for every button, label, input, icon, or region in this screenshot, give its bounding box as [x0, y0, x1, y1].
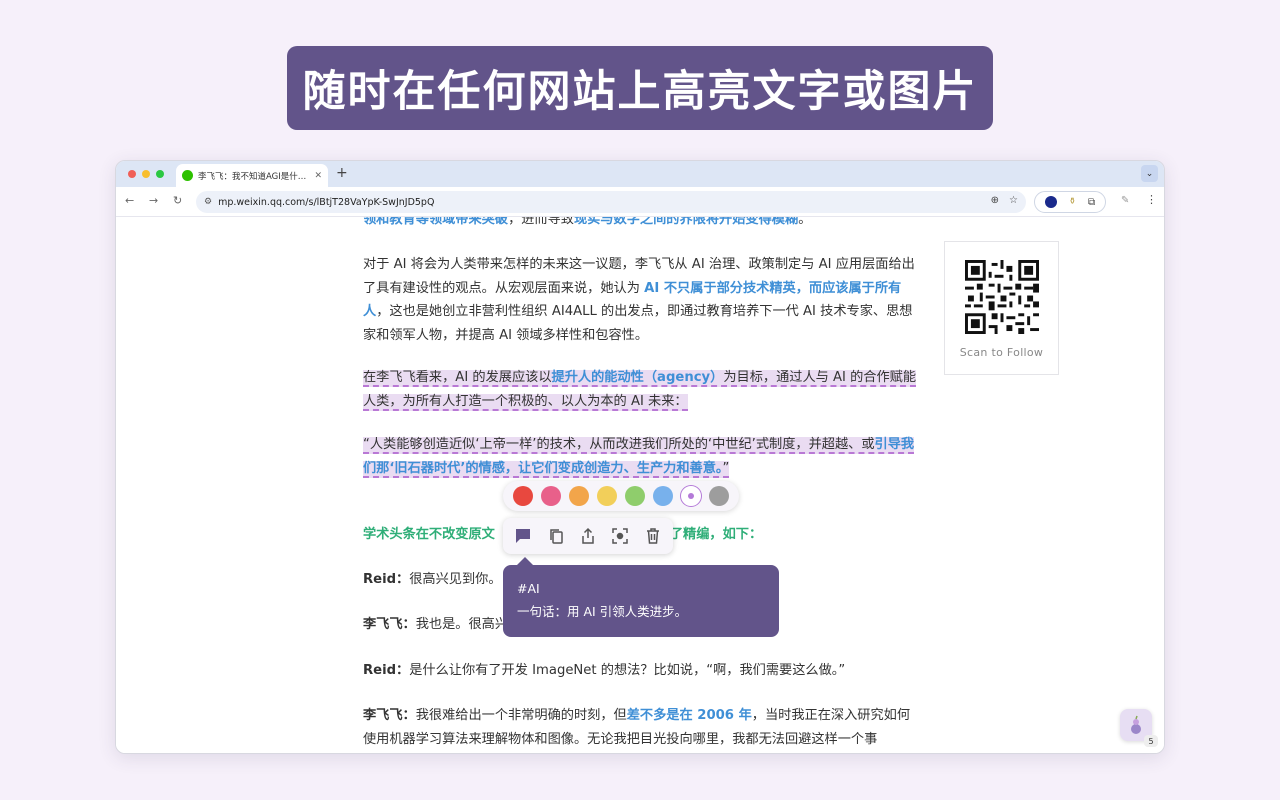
qr-code-image [965, 260, 1039, 334]
address-bar[interactable]: ⚙ mp.weixin.qq.com/s/lBtjT28VaYpK-SwJnJD… [196, 191, 1026, 213]
tab-title: 李飞飞：我不知道AGI是什么， [198, 171, 310, 182]
highlighter-float-button[interactable]: 5 [1120, 709, 1158, 747]
comment-icon[interactable] [511, 524, 535, 548]
speaker: 李飞飞： [363, 617, 416, 632]
reload-icon[interactable]: ↻ [173, 194, 182, 207]
zoom-window-button[interactable] [156, 170, 164, 178]
gourd-icon [1131, 715, 1141, 734]
password-manager-icon[interactable] [1044, 196, 1057, 208]
text-green: 了精编，如下： [669, 527, 763, 542]
text: 我也是。很高兴 [415, 617, 509, 632]
text: 很高兴见到你。 [409, 572, 502, 587]
color-swatch[interactable] [597, 486, 617, 506]
paragraph: 对于 AI 将会为人类带来怎样的未来这一议题，李飞飞从 AI 治理、政策制定与 … [363, 253, 918, 347]
speaker: Reid： [363, 572, 410, 587]
copy-icon[interactable] [544, 524, 568, 548]
highlight-action-bar [503, 518, 673, 554]
highlight-color-picker [503, 481, 739, 511]
highlight-span[interactable]: “人类能够创造近似‘上帝一样’的技术，从而改进我们所处的‘中世纪’式制度，并超越… [363, 437, 915, 478]
minimize-window-button[interactable] [142, 170, 150, 178]
tab-active[interactable]: 李飞飞：我不知道AGI是什么， ✕ [176, 164, 328, 187]
color-swatch[interactable] [541, 486, 561, 506]
back-icon[interactable]: ← [125, 194, 134, 207]
more-menu-icon[interactable]: ⋮ [1146, 193, 1157, 206]
quote-highlighted: “人类能够创造近似‘上帝一样’的技术，从而改进我们所处的‘中世纪’式制度，并超越… [363, 433, 918, 480]
text: “人类能够创造近似‘上帝一样’的技术，从而改进我们所处的‘中世纪’式制度，并超越… [363, 437, 875, 452]
highlighter-extension-icon[interactable]: ⚱ [1069, 197, 1077, 207]
share-icon[interactable] [576, 524, 600, 548]
color-swatch[interactable] [513, 486, 533, 506]
text: ，进而导致 [508, 217, 574, 227]
speaker: 李飞飞： [363, 708, 416, 723]
color-swatch[interactable] [709, 486, 729, 506]
new-tab-icon[interactable]: + [336, 165, 348, 181]
profile-extension-icon[interactable]: ✎ [1121, 195, 1129, 206]
tab-bar: 李飞飞：我不知道AGI是什么， ✕ + ⌄ [116, 161, 1164, 187]
color-swatch[interactable] [569, 486, 589, 506]
speaker: Reid： [363, 663, 410, 678]
screenshot-icon[interactable] [608, 524, 632, 548]
toolbar: ← → ↻ ⚙ mp.weixin.qq.com/s/lBtjT28VaYpK-… [116, 187, 1164, 217]
zoom-icon[interactable]: ⊕ [991, 195, 999, 206]
close-window-button[interactable] [128, 170, 136, 178]
note-text: 一句话：用 AI 引领人类进步。 [517, 604, 688, 619]
paragraph-highlighted: 在李飞飞看来，AI 的发展应该以提升人的能动性（agency）为目标，通过人与 … [363, 366, 918, 413]
site-info-icon[interactable]: ⚙ [204, 197, 212, 207]
color-swatch[interactable] [653, 486, 673, 506]
extensions-group: ⚱ ⧉ [1034, 191, 1106, 213]
dialogue-line: 李飞飞：我很难给出一个非常明确的时刻，但差不多是在 2006 年，当时我正在深入… [363, 704, 918, 751]
text: ，这也是她创立非营利性组织 AI4ALL 的出发点，即通过教育培养下一代 AI … [363, 304, 913, 343]
browser-window: 李飞飞：我不知道AGI是什么， ✕ + ⌄ ← → ↻ ⚙ mp.weixin.… [115, 160, 1165, 754]
text: 。 [798, 217, 812, 227]
dialogue-line: Reid：是什么让你有了开发 ImageNet 的想法？比如说，“啊，我们需要这… [363, 659, 918, 683]
color-swatch[interactable] [625, 486, 645, 506]
paragraph-cut: 领和教育等领域带来突破，进而导致现实与数字之间的界限将开始变得模糊。 [363, 217, 918, 232]
note-arrow [517, 557, 533, 565]
text: 在李飞飞看来，AI 的发展应该以 [363, 370, 552, 385]
text: 我很难给出一个非常明确的时刻，但 [415, 708, 627, 723]
text: ” [722, 460, 730, 476]
text-emphasis: 领和教育等领域带来突破 [363, 217, 509, 227]
text: 是什么让你有了开发 ImageNet 的想法？比如说，“啊，我们需要这么做。” [409, 663, 846, 678]
text-emphasis: 现实与数字之间的界限将开始变得模糊 [574, 217, 799, 227]
tab-search-icon[interactable]: ⌄ [1141, 165, 1158, 182]
wechat-icon [182, 170, 193, 181]
text-emphasis: 差不多是在 2006 年 [626, 708, 752, 723]
float-badge: 5 [1144, 735, 1158, 747]
highlight-span[interactable]: 在李飞飞看来，AI 的发展应该以提升人的能动性（agency）为目标，通过人与 … [363, 370, 917, 411]
text-emphasis: 提升人的能动性（agency） [551, 370, 724, 385]
close-tab-icon[interactable]: ✕ [314, 171, 322, 181]
color-swatch[interactable] [681, 486, 701, 506]
puzzle-icon[interactable]: ⧉ [1088, 197, 1095, 208]
note-tag: #AI [517, 581, 540, 596]
page-viewport: 领和教育等领域带来突破，进而导致现实与数字之间的界限将开始变得模糊。 对于 AI… [116, 217, 1164, 753]
url-text: mp.weixin.qq.com/s/lBtjT28VaYpK-SwJnJD5p… [218, 196, 435, 208]
text-green: 学术头条在不改变原文 [363, 527, 495, 542]
note-popup[interactable]: #AI 一句话：用 AI 引领人类进步。 [503, 557, 779, 637]
hero-title: 随时在任何网站上高亮文字或图片 [287, 46, 993, 130]
qr-caption: Scan to Follow [959, 346, 1044, 359]
bookmark-star-icon[interactable]: ☆ [1009, 195, 1018, 206]
forward-icon[interactable]: → [149, 194, 158, 207]
qr-card: Scan to Follow [944, 241, 1059, 375]
trash-icon[interactable] [641, 524, 665, 548]
